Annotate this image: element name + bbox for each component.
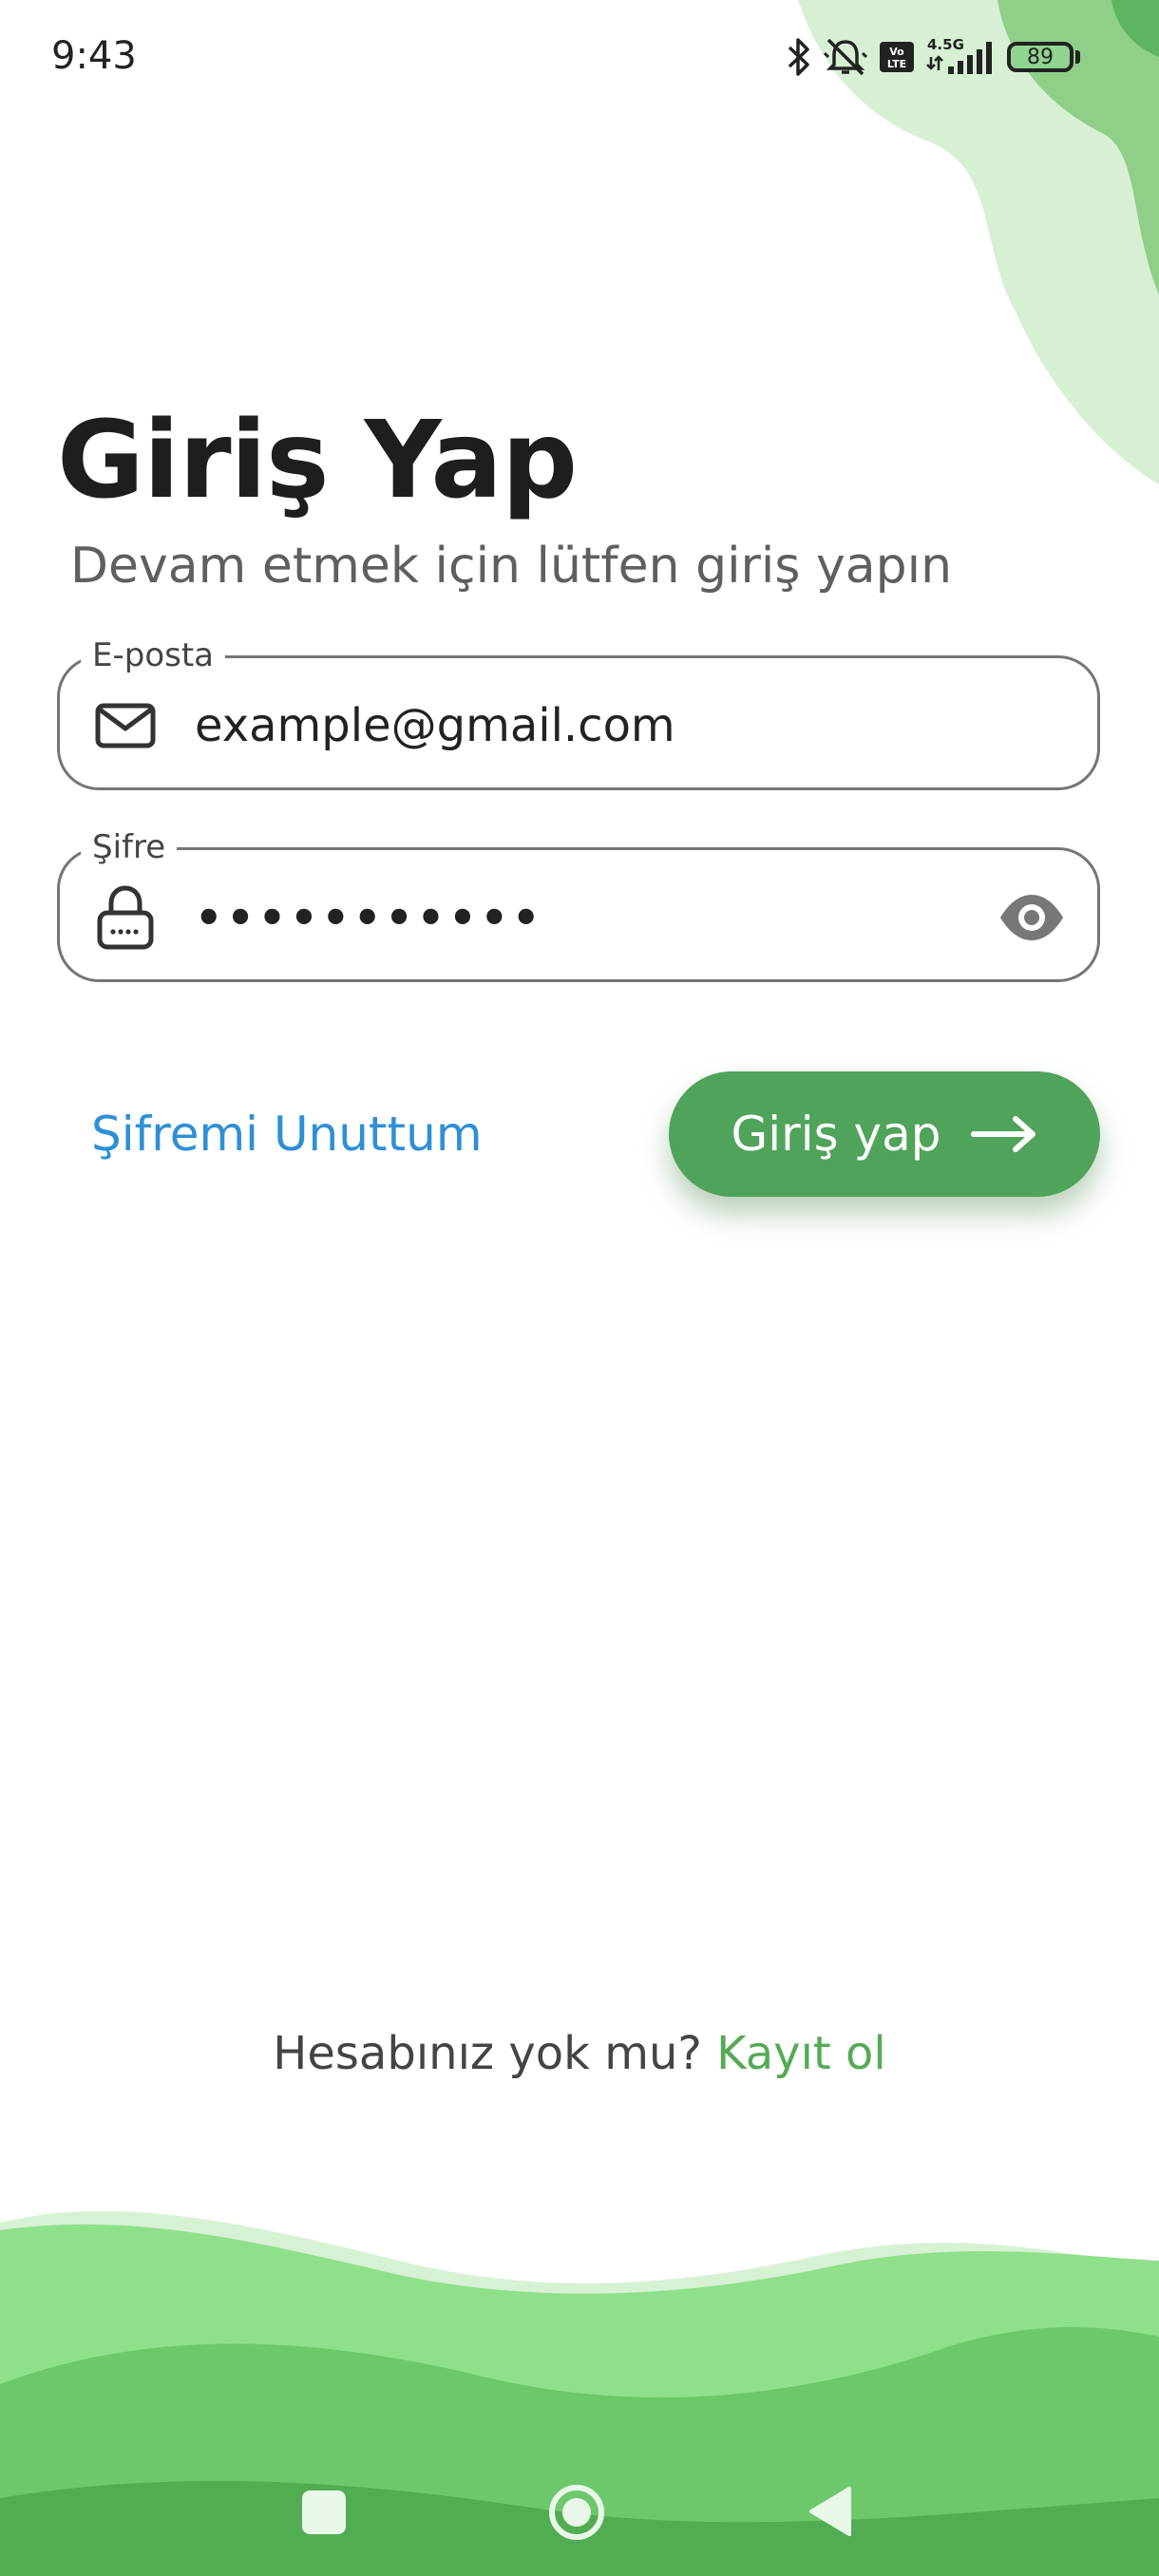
signup-row: Hesabınız yok mu? Kayıt ol [0,2023,1159,2084]
muted-bell-icon [823,38,868,76]
mail-icon [95,703,156,748]
email-field-label: E-posta [81,635,226,675]
svg-text:LTE: LTE [887,58,906,70]
password-field-label: Şifre [81,827,178,867]
bluetooth-icon [788,38,809,76]
eye-icon[interactable] [998,886,1065,949]
email-input[interactable] [195,692,955,759]
password-field[interactable]: Şifre ••••••••••• [57,827,1100,982]
page-title: Giriş Yap [57,399,578,522]
signup-link[interactable]: Kayıt ol [716,2027,886,2080]
signal-icon: 4.5G [926,36,992,74]
battery-indicator: 89 [1007,42,1074,72]
square-icon[interactable] [302,2491,346,2534]
circle-home-icon[interactable] [547,2483,606,2542]
svg-text:Vo: Vo [889,46,904,58]
volte-icon: Vo LTE [880,42,914,72]
lock-icon [97,885,154,950]
system-nav-bar [0,2451,1159,2576]
arrow-right-icon [970,1116,1036,1152]
login-button[interactable]: Giriş yap [669,1071,1100,1197]
page-subtitle: Devam etmek için lütfen giriş yapın [70,538,953,595]
password-input[interactable]: ••••••••••• [195,884,955,951]
svg-text:4.5G: 4.5G [927,36,964,53]
email-field[interactable]: E-posta [57,635,1100,790]
battery-level: 89 [1027,45,1054,69]
login-button-label: Giriş yap [731,1107,941,1162]
forgot-password-link[interactable]: Şifremi Unuttum [91,1106,483,1163]
signup-question: Hesabınız yok mu? [273,2027,702,2080]
battery-tip [1075,50,1080,64]
triangle-back-icon[interactable] [806,2485,853,2538]
status-time: 9:43 [51,34,137,78]
status-icons: Vo LTE 4.5G 89 [785,30,1080,84]
